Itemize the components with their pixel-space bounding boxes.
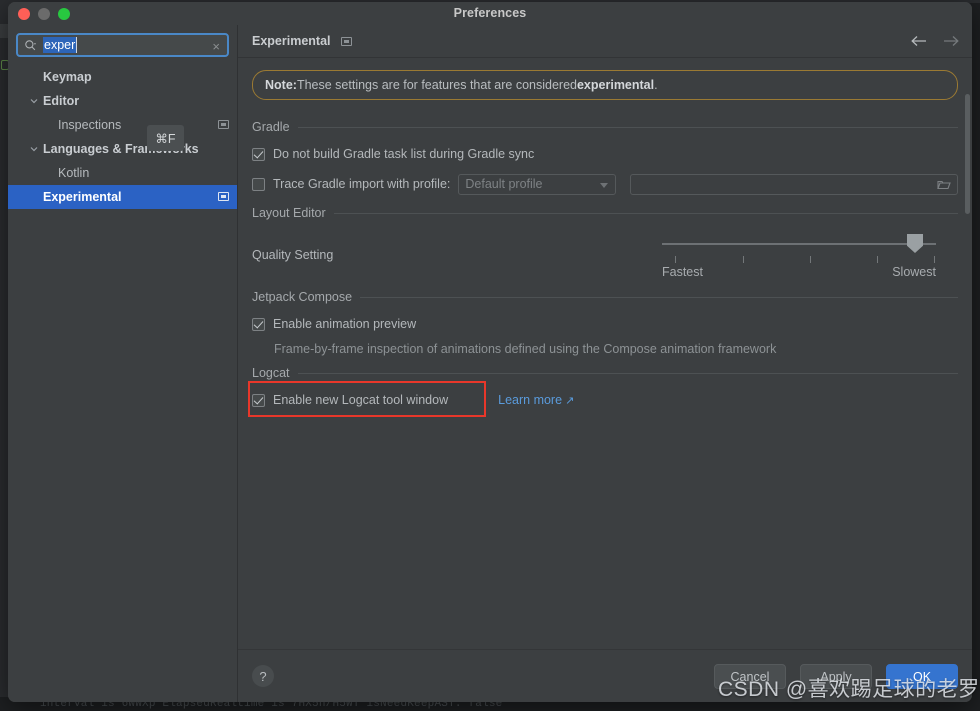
section-header-gradle: Gradle bbox=[252, 120, 958, 134]
cancel-button[interactable]: Cancel bbox=[714, 664, 786, 689]
chevron-down-icon bbox=[29, 137, 39, 161]
settings-content: Experimental Note: These settings are fo… bbox=[238, 25, 972, 702]
quality-setting-label: Quality Setting bbox=[252, 248, 334, 262]
sidebar-item-experimental[interactable]: Experimental bbox=[8, 185, 237, 209]
checkbox-do-not-build-gradle-task-list[interactable] bbox=[252, 147, 265, 161]
experimental-note-banner: Note: These settings are for features th… bbox=[252, 70, 958, 100]
checkbox-label: Enable animation preview bbox=[273, 317, 417, 331]
section-title: Logcat bbox=[252, 366, 290, 380]
search-icon bbox=[24, 39, 37, 52]
search-input[interactable]: exper × bbox=[16, 33, 229, 57]
sidebar-item-label: Inspections bbox=[58, 118, 122, 132]
section-divider bbox=[297, 372, 958, 374]
checkbox-enable-animation-preview[interactable] bbox=[252, 317, 265, 331]
learn-more-link[interactable]: Learn more ↗ bbox=[498, 393, 574, 407]
clear-search-icon[interactable]: × bbox=[212, 39, 220, 54]
nav-forward-icon[interactable] bbox=[942, 35, 960, 47]
dialog-body: exper × Keymap Editor Inspections Langua… bbox=[8, 25, 972, 702]
folder-icon[interactable] bbox=[937, 179, 951, 194]
sidebar-item-inspections[interactable]: Inspections bbox=[8, 113, 237, 137]
section-title: Layout Editor bbox=[252, 206, 326, 220]
checkbox-enable-new-logcat-tool-window[interactable] bbox=[252, 393, 265, 407]
section-logcat: Logcat Enable new Logcat tool window Lea… bbox=[248, 366, 958, 417]
section-divider bbox=[333, 212, 958, 214]
section-header-jetpack-compose: Jetpack Compose bbox=[252, 290, 958, 304]
row-no-build-task-list: Do not build Gradle task list during Gra… bbox=[252, 142, 958, 166]
content-header: Experimental bbox=[238, 25, 972, 58]
chevron-down-icon bbox=[600, 182, 609, 188]
search-input-value: exper bbox=[43, 37, 78, 53]
sidebar-item-label: Keymap bbox=[43, 70, 92, 84]
keymap-shortcut-badge: ⌘F bbox=[147, 125, 184, 151]
chevron-down-icon bbox=[29, 89, 39, 113]
search-container: exper × bbox=[8, 25, 237, 61]
animation-preview-description: Frame-by-frame inspection of animations … bbox=[274, 342, 777, 356]
section-gradle: Gradle Do not build Gradle task list dur… bbox=[252, 120, 958, 196]
page-title: Experimental bbox=[252, 34, 331, 48]
dialog-footer: ? Cancel Apply OK bbox=[238, 649, 972, 702]
ok-button[interactable]: OK bbox=[886, 664, 958, 689]
footer-actions: Cancel Apply OK bbox=[714, 664, 958, 689]
row-enable-animation-preview: Enable animation preview bbox=[252, 312, 958, 336]
slider-tick bbox=[934, 256, 935, 263]
section-divider bbox=[297, 126, 958, 128]
sidebar-item-label: Editor bbox=[43, 94, 80, 108]
profile-dropdown-value: Default profile bbox=[465, 177, 543, 191]
row-quality-setting: Quality Setting Fastest Slowest bbox=[252, 234, 958, 280]
sidebar-item-editor[interactable]: Editor bbox=[8, 89, 237, 113]
section-title: Gradle bbox=[252, 120, 290, 134]
external-link-icon: ↗ bbox=[565, 395, 575, 407]
note-emphasis: experimental bbox=[576, 78, 655, 92]
settings-sidebar: exper × Keymap Editor Inspections Langua… bbox=[8, 25, 238, 702]
modified-settings-icon bbox=[218, 120, 229, 129]
note-text: These settings are for features that are… bbox=[296, 78, 577, 92]
section-header-layout-editor: Layout Editor bbox=[252, 206, 958, 220]
note-suffix: . bbox=[654, 78, 658, 92]
slider-tick bbox=[743, 256, 744, 263]
section-header-logcat: Logcat bbox=[252, 366, 958, 380]
settings-tree: Keymap Editor Inspections Languages & Fr… bbox=[8, 61, 237, 702]
row-trace-gradle-import: Trace Gradle import with profile: Defaul… bbox=[252, 172, 958, 196]
slider-tick bbox=[877, 256, 878, 263]
section-layout-editor: Layout Editor Quality Setting Fastest Sl… bbox=[252, 206, 958, 280]
slider-track bbox=[662, 243, 936, 245]
checkbox-label: Enable new Logcat tool window bbox=[273, 393, 449, 407]
sidebar-item-languages-frameworks[interactable]: Languages & Frameworks bbox=[8, 137, 237, 161]
nav-back-icon[interactable] bbox=[910, 35, 928, 47]
slider-max-label: Slowest bbox=[892, 265, 936, 279]
slider-tick bbox=[675, 256, 676, 263]
row-enable-new-logcat: Enable new Logcat tool window Learn more… bbox=[248, 381, 958, 417]
slider-end-labels: Fastest Slowest bbox=[662, 265, 936, 279]
window-title: Preferences bbox=[453, 6, 527, 20]
section-jetpack-compose: Jetpack Compose Enable animation preview… bbox=[252, 290, 958, 356]
checkbox-label: Do not build Gradle task list during Gra… bbox=[273, 147, 535, 161]
preferences-dialog: Preferences exper × Keymap Editor Inspec… bbox=[8, 2, 972, 702]
profile-dropdown[interactable]: Default profile bbox=[458, 173, 617, 195]
modified-settings-icon bbox=[340, 36, 352, 46]
sidebar-item-keymap[interactable]: Keymap bbox=[8, 65, 237, 89]
sidebar-item-label: Experimental bbox=[43, 190, 122, 204]
slider-min-label: Fastest bbox=[662, 265, 703, 279]
section-divider bbox=[360, 296, 958, 298]
checkbox-trace-gradle-import[interactable] bbox=[252, 177, 265, 191]
slider-thumb[interactable] bbox=[907, 234, 923, 253]
apply-button[interactable]: Apply bbox=[800, 664, 872, 689]
navigation-arrows bbox=[910, 25, 960, 57]
help-button[interactable]: ? bbox=[252, 665, 274, 687]
section-title: Jetpack Compose bbox=[252, 290, 353, 304]
sidebar-item-kotlin[interactable]: Kotlin bbox=[8, 161, 237, 185]
trace-output-path-input[interactable] bbox=[630, 173, 958, 195]
note-prefix: Note: bbox=[265, 78, 297, 92]
content-scrollbar[interactable] bbox=[965, 94, 970, 214]
slider-tick bbox=[810, 256, 811, 263]
learn-more-label: Learn more bbox=[498, 393, 563, 407]
sidebar-item-label: Kotlin bbox=[58, 166, 90, 180]
dialog-titlebar: Preferences bbox=[8, 2, 972, 26]
settings-scroll-pane: Note: These settings are for features th… bbox=[238, 58, 972, 649]
checkbox-label: Trace Gradle import with profile: bbox=[273, 177, 451, 191]
modified-settings-icon bbox=[218, 192, 229, 201]
